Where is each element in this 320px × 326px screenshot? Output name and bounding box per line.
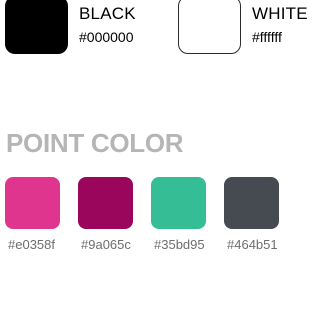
black-color-hex: #000000	[79, 29, 134, 45]
point-color-swatch-4	[224, 177, 279, 229]
point-color-hex-4: #464b51	[227, 237, 278, 252]
white-color-name: WHITE	[252, 4, 308, 23]
point-color-swatch-2	[78, 177, 133, 229]
point-color-hex-1: #e0358f	[8, 237, 55, 252]
point-color-hex-3: #35bd95	[154, 237, 205, 252]
black-color-swatch	[5, 0, 68, 54]
point-color-swatch-1	[5, 177, 60, 229]
point-color-heading: POINT COLOR	[6, 128, 184, 158]
black-color-name: BLACK	[79, 4, 136, 23]
point-color-swatch-3	[151, 177, 206, 229]
white-color-swatch	[178, 0, 241, 54]
point-color-hex-2: #9a065c	[81, 237, 131, 252]
white-color-hex: #ffffff	[252, 29, 282, 45]
